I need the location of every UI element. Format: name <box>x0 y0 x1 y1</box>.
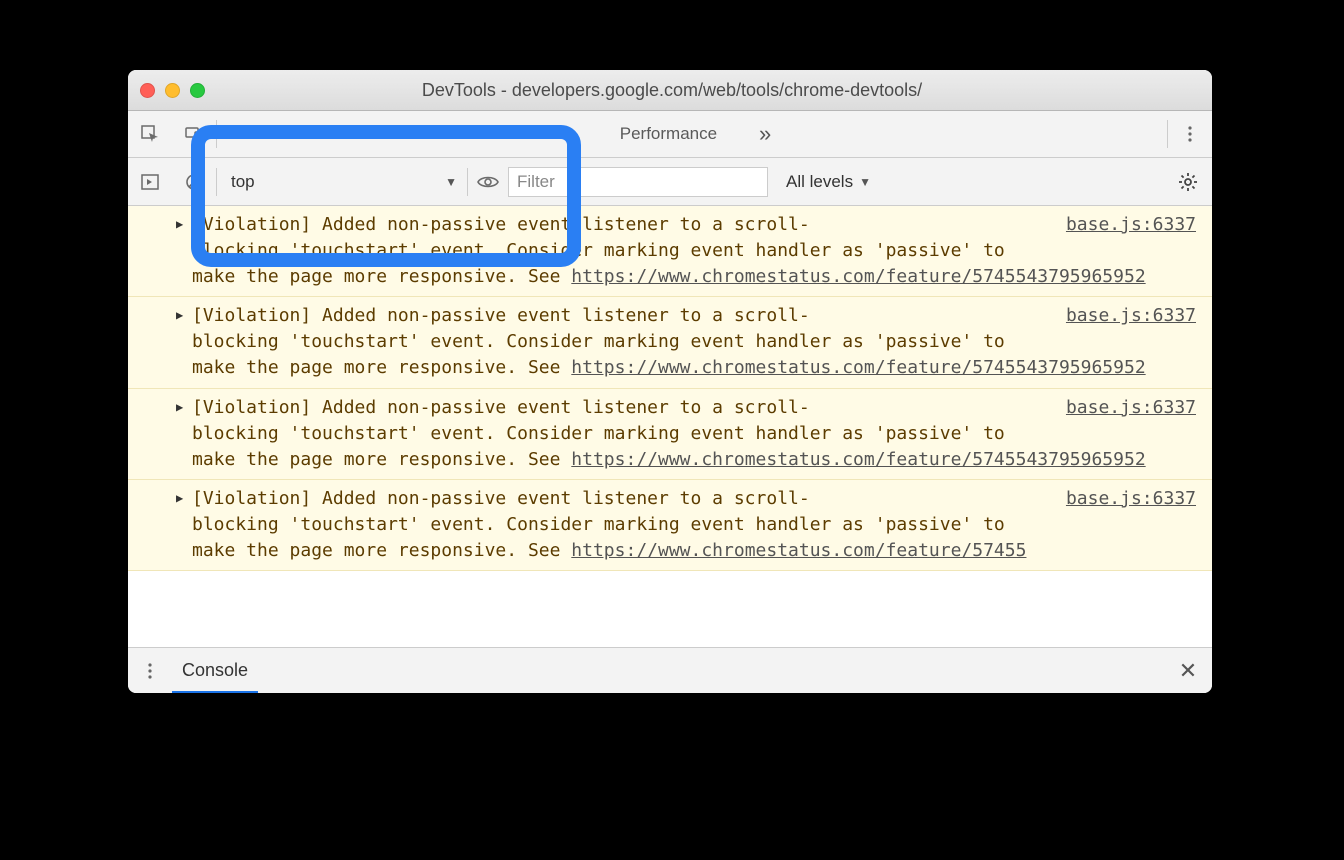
clear-console-icon[interactable] <box>172 172 216 192</box>
toggle-drawer-icon[interactable] <box>128 172 172 192</box>
drawer-menu-icon[interactable] <box>128 662 172 680</box>
message-text: [Violation] Added non-passive event list… <box>192 305 810 326</box>
close-drawer-icon[interactable]: ✕ <box>1164 658 1212 684</box>
message-text: blocking 'touchstart' event. Consider ma… <box>192 423 1005 444</box>
message-text: make the page more responsive. See <box>192 449 571 470</box>
disclosure-triangle-icon[interactable]: ▶ <box>176 307 183 324</box>
drawer-tab-console[interactable]: Console <box>172 648 258 693</box>
disclosure-triangle-icon[interactable]: ▶ <box>176 490 183 507</box>
tab-network[interactable]: Network <box>491 111 593 157</box>
inspect-element-icon[interactable] <box>128 124 172 144</box>
console-toolbar: top ▼ Filter All levels ▼ <box>128 158 1212 206</box>
console-message[interactable]: ▶ base.js:6337 [Violation] Added non-pas… <box>128 206 1212 297</box>
window-title: DevTools - developers.google.com/web/too… <box>144 80 1200 101</box>
drawer: Console ✕ <box>128 647 1212 693</box>
levels-label: All levels <box>786 172 853 192</box>
feature-link[interactable]: https://www.chromestatus.com/feature/574… <box>571 449 1145 470</box>
message-text: make the page more responsive. See <box>192 357 571 378</box>
message-text: [Violation] Added non-passive event list… <box>192 488 810 509</box>
message-text: blocking 'touchstart' event. Consider ma… <box>192 240 1005 261</box>
message-source-link[interactable]: base.js:6337 <box>1066 395 1196 421</box>
message-source-link[interactable]: base.js:6337 <box>1066 212 1196 238</box>
filter-placeholder: Filter <box>517 172 555 192</box>
message-text: make the page more responsive. See <box>192 540 571 561</box>
tab-sources[interactable]: Sources <box>383 111 485 157</box>
message-text: blocking 'touchstart' event. Consider ma… <box>192 331 1005 352</box>
panel-tabs: Sources Network Performance » <box>217 111 1167 157</box>
devtools-window: DevTools - developers.google.com/web/too… <box>128 70 1212 693</box>
console-message[interactable]: ▶ base.js:6337 [Violation] Added non-pas… <box>128 389 1212 480</box>
message-text: blocking 'touchstart' event. Consider ma… <box>192 514 1005 535</box>
drawer-tab-label: Console <box>182 660 248 681</box>
main-toolbar: Sources Network Performance » <box>128 111 1212 158</box>
titlebar: DevTools - developers.google.com/web/too… <box>128 70 1212 111</box>
filter-input[interactable]: Filter <box>508 167 768 197</box>
console-message[interactable]: ▶ base.js:6337 [Violation] Added non-pas… <box>128 297 1212 388</box>
message-text: [Violation] Added non-passive event list… <box>192 397 810 418</box>
console-message[interactable]: ▶ base.js:6337 [Violation] Added non-pas… <box>128 480 1212 571</box>
device-toggle-icon[interactable] <box>172 124 216 144</box>
console-output: ▶ base.js:6337 [Violation] Added non-pas… <box>128 206 1212 647</box>
message-text: make the page more responsive. See <box>192 266 571 287</box>
message-source-link[interactable]: base.js:6337 <box>1066 486 1196 512</box>
tab-performance[interactable]: Performance <box>600 111 737 157</box>
console-settings-icon[interactable] <box>1164 172 1212 192</box>
log-levels-select[interactable]: All levels ▼ <box>786 172 871 192</box>
feature-link[interactable]: https://www.chromestatus.com/feature/574… <box>571 266 1145 287</box>
kebab-menu-icon[interactable] <box>1168 125 1212 143</box>
message-text: [Violation] Added non-passive event list… <box>192 214 810 235</box>
context-label: top <box>231 172 255 192</box>
chevron-down-icon: ▼ <box>859 175 871 189</box>
chevron-down-icon: ▼ <box>445 175 457 189</box>
live-expression-icon[interactable] <box>468 174 508 190</box>
message-source-link[interactable]: base.js:6337 <box>1066 303 1196 329</box>
feature-link[interactable]: https://www.chromestatus.com/feature/574… <box>571 357 1145 378</box>
more-tabs-button[interactable]: » <box>743 121 787 147</box>
disclosure-triangle-icon[interactable]: ▶ <box>176 399 183 416</box>
execution-context-select[interactable]: top ▼ <box>217 166 467 198</box>
feature-link[interactable]: https://www.chromestatus.com/feature/574… <box>571 540 1026 561</box>
disclosure-triangle-icon[interactable]: ▶ <box>176 216 183 233</box>
